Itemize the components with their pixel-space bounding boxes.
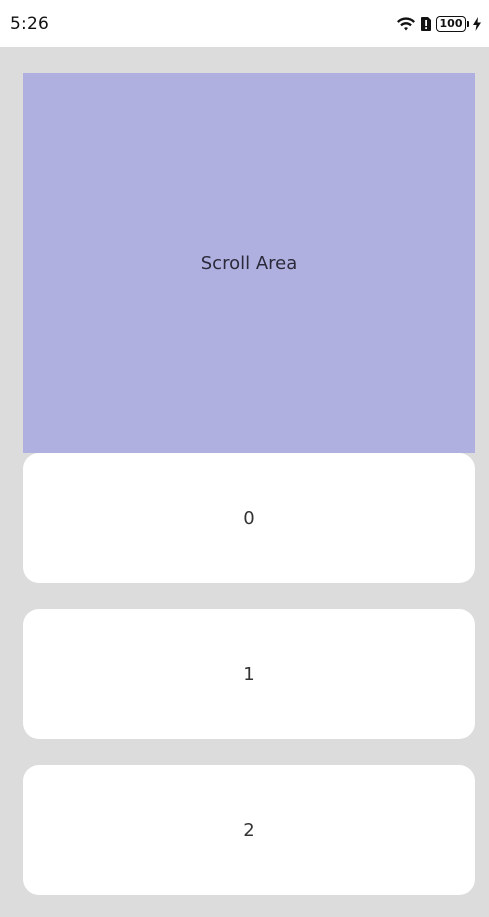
charging-icon: [473, 16, 481, 31]
status-icons: 100: [396, 15, 481, 32]
list-item[interactable]: 1: [23, 609, 475, 739]
list-item-label: 1: [243, 663, 255, 685]
list-item-label: 2: [243, 819, 255, 841]
status-time: 5:26: [10, 13, 49, 34]
list-item-label: 0: [243, 507, 255, 529]
battery-tip: [467, 20, 469, 27]
sim-alert-icon: [420, 16, 432, 32]
scroll-area-label: Scroll Area: [200, 252, 298, 274]
battery-icon: 100: [436, 15, 469, 32]
status-bar: 5:26 100: [0, 0, 489, 47]
scroll-area[interactable]: Scroll Area: [23, 73, 475, 453]
battery-level: 100: [436, 15, 466, 32]
list-item[interactable]: 0: [23, 453, 475, 583]
list-item[interactable]: 2: [23, 765, 475, 895]
wifi-icon: [396, 16, 416, 32]
